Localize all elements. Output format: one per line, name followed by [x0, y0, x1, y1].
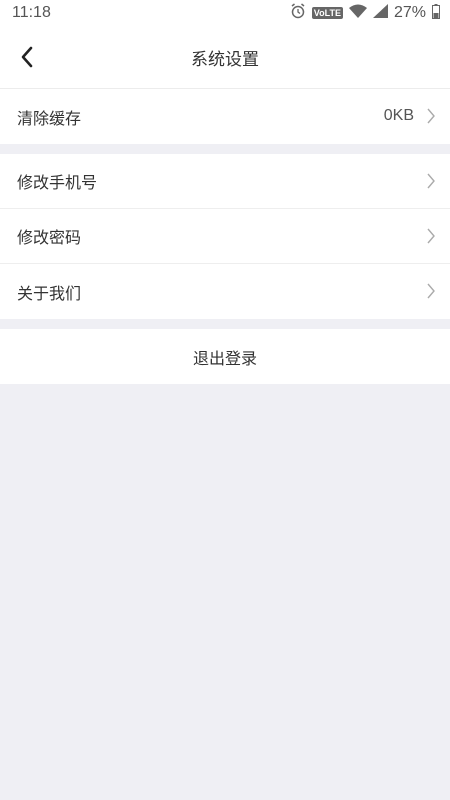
clear-cache-row[interactable]: 清除缓存 0KB: [0, 89, 450, 144]
change-phone-row[interactable]: 修改手机号: [0, 154, 450, 209]
about-us-label: 关于我们: [17, 283, 82, 303]
signal-icon: [372, 4, 388, 22]
nav-bar: 系统设置: [0, 26, 450, 89]
status-bar: 11:18 VoLTE 27%: [0, 0, 450, 26]
logout-label: 退出登录: [192, 348, 257, 368]
clear-cache-label: 清除缓存: [17, 108, 82, 128]
chevron-right-icon: [427, 283, 435, 299]
chevron-right-icon: [427, 108, 435, 124]
volte-icon: VoLTE: [311, 7, 343, 19]
logout-button[interactable]: 退出登录: [0, 329, 450, 384]
cache-size-value: 0KB: [383, 107, 414, 124]
chevron-right-icon: [427, 173, 435, 189]
status-time: 11:18: [12, 4, 51, 21]
account-group: 修改手机号 修改密码 关于我们: [0, 154, 450, 319]
change-password-label: 修改密码: [17, 228, 82, 247]
change-password-row[interactable]: 修改密码: [0, 209, 450, 264]
page-title: 系统设置: [191, 50, 259, 70]
cache-group: 清除缓存 0KB: [0, 89, 450, 144]
chevron-right-icon: [427, 228, 435, 244]
wifi-icon: [348, 4, 367, 22]
battery-percent: 27%: [393, 4, 426, 21]
about-us-row[interactable]: 关于我们: [0, 264, 450, 319]
change-phone-label: 修改手机号: [17, 173, 98, 192]
battery-icon: [432, 3, 440, 23]
status-icons: VoLTE 27%: [290, 3, 440, 23]
alarm-icon: [290, 3, 306, 23]
